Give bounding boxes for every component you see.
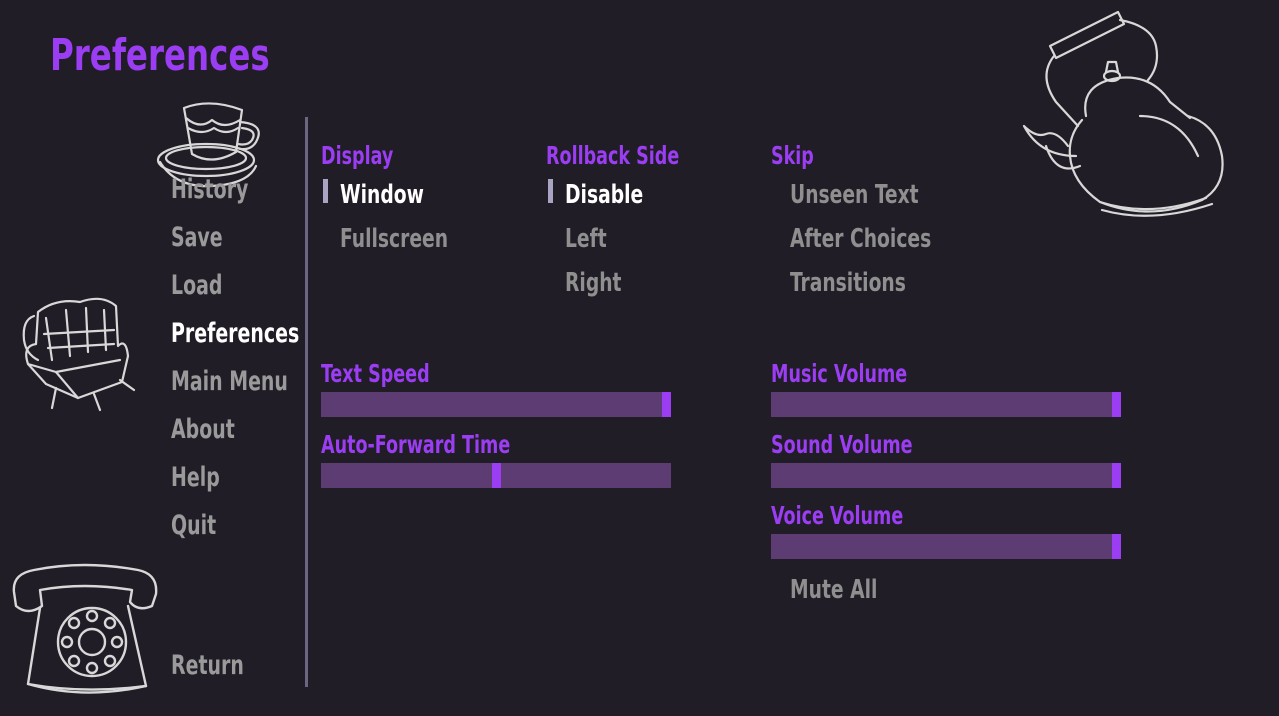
telephone-icon: [6, 562, 162, 702]
nav-help[interactable]: Help: [171, 462, 220, 493]
nav-divider: [305, 117, 308, 687]
skip-label: Skip: [771, 141, 814, 170]
nav-quit[interactable]: Quit: [171, 510, 216, 541]
rollback-option-right[interactable]: Right: [565, 268, 622, 298]
text-speed-label: Text Speed: [321, 359, 430, 388]
sound-volume-slider-thumb[interactable]: [1112, 463, 1121, 488]
nav-about[interactable]: About: [171, 414, 235, 445]
voice-volume-slider-thumb[interactable]: [1112, 534, 1121, 559]
nav-history[interactable]: History: [171, 174, 248, 205]
rollback-option-disable[interactable]: Disable: [565, 180, 643, 210]
sound-volume-label: Sound Volume: [771, 430, 913, 459]
mute-all-button[interactable]: Mute All: [790, 575, 877, 605]
display-option-fullscreen[interactable]: Fullscreen: [340, 224, 448, 254]
kettle-icon: [1020, 6, 1232, 224]
music-volume-slider[interactable]: [771, 392, 1121, 417]
nav-load[interactable]: Load: [171, 270, 222, 301]
armchair-icon: [16, 290, 142, 416]
auto-forward-label: Auto-Forward Time: [321, 430, 511, 459]
skip-option-after-choices[interactable]: After Choices: [790, 224, 931, 254]
sound-volume-slider[interactable]: [771, 463, 1121, 488]
preferences-screen: Preferences History Save Load Preference…: [0, 0, 1279, 716]
text-speed-slider-thumb[interactable]: [662, 392, 671, 417]
nav-return[interactable]: Return: [171, 650, 244, 681]
nav-save[interactable]: Save: [171, 222, 223, 253]
voice-volume-slider[interactable]: [771, 534, 1121, 559]
music-volume-slider-thumb[interactable]: [1112, 392, 1121, 417]
music-volume-label: Music Volume: [771, 359, 908, 388]
text-speed-slider[interactable]: [321, 392, 671, 417]
display-label: Display: [321, 141, 394, 170]
page-title: Preferences: [50, 30, 270, 81]
nav-preferences[interactable]: Preferences: [171, 318, 299, 349]
nav-main-menu[interactable]: Main Menu: [171, 366, 288, 397]
rollback-option-left[interactable]: Left: [565, 224, 607, 254]
display-option-window[interactable]: Window: [340, 180, 424, 210]
skip-option-unseen-text[interactable]: Unseen Text: [790, 180, 919, 210]
auto-forward-slider[interactable]: [321, 463, 671, 488]
rollback-selected-marker: [548, 179, 553, 203]
rollback-label: Rollback Side: [546, 141, 680, 170]
voice-volume-label: Voice Volume: [771, 501, 904, 530]
skip-option-transitions[interactable]: Transitions: [790, 268, 906, 298]
display-selected-marker: [323, 179, 328, 203]
auto-forward-slider-thumb[interactable]: [491, 463, 501, 488]
